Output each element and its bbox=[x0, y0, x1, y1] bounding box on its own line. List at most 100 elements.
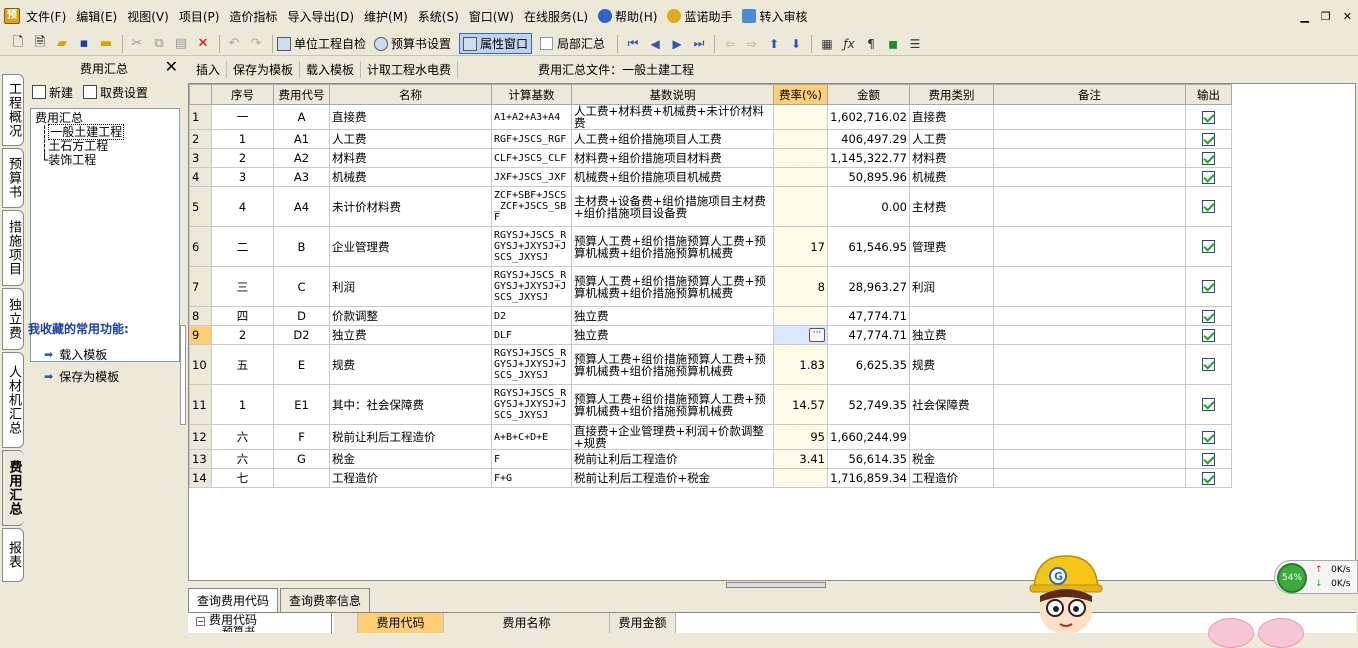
cell-desc[interactable]: 主材费+设备费+组价措施项目主材费+组价措施项目设备费 bbox=[571, 186, 774, 227]
cell-base[interactable]: RGYSJ+JSCS_RGYSJ+JXYSJ+JSCS_JXYSJ bbox=[491, 266, 572, 307]
cell-category[interactable]: 材料费 bbox=[909, 148, 994, 168]
property-window-button[interactable]: 属性窗口 bbox=[459, 33, 533, 54]
cell-amount[interactable]: 1,602,716.02 bbox=[827, 104, 910, 130]
cell-seq[interactable]: 一 bbox=[211, 104, 274, 130]
cell-desc[interactable]: 预算人工费+组价措施预算人工费+预算机械费+组价措施预算机械费 bbox=[571, 384, 774, 425]
cube-icon[interactable]: ◼ bbox=[882, 37, 904, 51]
cell-rate[interactable] bbox=[773, 167, 828, 187]
row-number[interactable]: 5 bbox=[189, 186, 212, 227]
cell-rate[interactable] bbox=[773, 468, 828, 488]
cell-amount[interactable]: 0.00 bbox=[827, 186, 910, 227]
tab-project-overview[interactable]: 工程概况 bbox=[2, 74, 24, 146]
cell-seq[interactable]: 2 bbox=[211, 148, 274, 168]
cell-code[interactable]: A bbox=[273, 104, 330, 130]
cell-desc[interactable]: 机械费+组价措施项目机械费 bbox=[571, 167, 774, 187]
menu-view[interactable]: 视图(V) bbox=[127, 8, 169, 25]
cell-name[interactable]: 独立费 bbox=[329, 325, 492, 345]
tab-budget-book[interactable]: 预算书 bbox=[2, 148, 24, 208]
tree-root[interactable]: 费用汇总 bbox=[35, 111, 175, 125]
cell-base[interactable]: A+B+C+D+E bbox=[491, 424, 572, 450]
cell-category[interactable] bbox=[909, 306, 994, 326]
cell-code[interactable] bbox=[273, 468, 330, 488]
col-rate[interactable]: 费率(%) bbox=[773, 84, 828, 105]
row-number[interactable]: 12 bbox=[189, 424, 212, 450]
tab-query-fee-code[interactable]: 查询费用代码 bbox=[188, 588, 279, 612]
cell-name[interactable]: 价款调整 bbox=[329, 306, 492, 326]
cell-base[interactable]: RGYSJ+JSCS_RGYSJ+JXYSJ+JSCS_JXYSJ bbox=[491, 226, 572, 267]
cell-category[interactable]: 利润 bbox=[909, 266, 994, 307]
cell-name[interactable]: 直接费 bbox=[329, 104, 492, 130]
menu-cost-index[interactable]: 造价指标 bbox=[229, 8, 277, 25]
app-icon[interactable]: 预 bbox=[4, 8, 20, 24]
restore-icon[interactable]: ❐ bbox=[1321, 10, 1331, 23]
cell-desc[interactable]: 预算人工费+组价措施预算人工费+预算机械费+组价措施预算机械费 bbox=[571, 266, 774, 307]
menu-system[interactable]: 系统(S) bbox=[418, 8, 459, 25]
cell-category[interactable] bbox=[909, 424, 994, 450]
delete-icon[interactable]: ✕ bbox=[193, 34, 213, 54]
cell-rate[interactable] bbox=[773, 129, 828, 149]
cell-note[interactable] bbox=[993, 468, 1186, 488]
cell-seq[interactable]: 2 bbox=[211, 325, 274, 345]
save-template-button[interactable]: 保存为模板 bbox=[227, 60, 301, 78]
cell-code[interactable]: G bbox=[273, 449, 330, 469]
cell-category[interactable]: 规费 bbox=[909, 344, 994, 385]
cell-rate[interactable]: ··· bbox=[773, 325, 828, 345]
cell-amount[interactable]: 47,774.71 bbox=[827, 325, 910, 345]
cell-desc[interactable]: 税前让利后工程造价+税金 bbox=[571, 468, 774, 488]
cell-base[interactable]: CLF+JSCS_CLF bbox=[491, 148, 572, 168]
table-row[interactable]: 4 3 A3 机械费 JXF+JSCS_JXF 机械费+组价措施项目机械费 50,895.9… bbox=[189, 167, 1232, 187]
cell-name[interactable]: 企业管理费 bbox=[329, 226, 492, 267]
row-number[interactable]: 9 bbox=[189, 325, 212, 345]
output-checkbox[interactable] bbox=[1202, 471, 1215, 485]
cell-name[interactable]: 人工费 bbox=[329, 129, 492, 149]
water-electricity-button[interactable]: 计取工程水电费 bbox=[361, 60, 459, 78]
tree-item-decoration[interactable]: 装饰工程 bbox=[48, 153, 96, 167]
cell-rate[interactable] bbox=[773, 186, 828, 227]
row-number[interactable]: 8 bbox=[189, 306, 212, 326]
cell-note[interactable] bbox=[993, 186, 1186, 227]
output-checkbox[interactable] bbox=[1202, 309, 1215, 323]
cell-desc[interactable]: 人工费+材料费+机械费+未计价材料费 bbox=[571, 104, 774, 130]
cell-category[interactable]: 人工费 bbox=[909, 129, 994, 149]
cell-desc[interactable]: 预算人工费+组价措施预算人工费+预算机械费+组价措施预算机械费 bbox=[571, 344, 774, 385]
output-checkbox[interactable] bbox=[1202, 200, 1215, 213]
cell-name[interactable]: 税金 bbox=[329, 449, 492, 469]
fee-settings-button[interactable]: 取费设置 bbox=[83, 84, 148, 101]
row-number[interactable]: 4 bbox=[189, 167, 212, 187]
favorite-load-template[interactable]: ➡ 载入模板 bbox=[44, 346, 107, 363]
cell-seq[interactable]: 4 bbox=[211, 186, 274, 227]
load-template-button[interactable]: 载入模板 bbox=[300, 60, 362, 78]
prev-icon[interactable]: ◀ bbox=[644, 37, 666, 51]
cell-seq[interactable]: 二 bbox=[211, 226, 274, 267]
folder-icon[interactable]: ▬ bbox=[96, 34, 116, 54]
cell-amount[interactable]: 1,716,859.34 bbox=[827, 468, 910, 488]
cell-amount[interactable]: 52,749.35 bbox=[827, 384, 910, 425]
row-number[interactable]: 1 bbox=[189, 104, 212, 130]
cell-code[interactable]: F bbox=[273, 424, 330, 450]
undo-icon[interactable]: ↶ bbox=[224, 34, 244, 54]
cell-desc[interactable]: 预算人工费+组价措施预算人工费+预算机械费+组价措施预算机械费 bbox=[571, 226, 774, 267]
cell-category[interactable]: 管理费 bbox=[909, 226, 994, 267]
cell-code[interactable]: A2 bbox=[273, 148, 330, 168]
cell-base[interactable]: D2 bbox=[491, 306, 572, 326]
cell-base[interactable]: A1+A2+A3+A4 bbox=[491, 104, 572, 130]
cell-category[interactable]: 社会保障费 bbox=[909, 384, 994, 425]
cell-seq[interactable]: 四 bbox=[211, 306, 274, 326]
cell-amount[interactable]: 47,774.71 bbox=[827, 306, 910, 326]
favorite-save-template[interactable]: ➡ 保存为模板 bbox=[44, 368, 119, 385]
cell-seq[interactable]: 三 bbox=[211, 266, 274, 307]
menu-import-export[interactable]: 导入导出(D) bbox=[287, 8, 354, 25]
redo-icon[interactable]: ↷ bbox=[246, 34, 266, 54]
table-row[interactable]: 5 4 A4 未计价材料费 ZCF+SBF+JSCS_ZCF+JSCS_SBF 主材费+设… bbox=[189, 186, 1232, 227]
cell-name[interactable]: 材料费 bbox=[329, 148, 492, 168]
output-checkbox[interactable] bbox=[1202, 240, 1215, 253]
output-checkbox[interactable] bbox=[1202, 151, 1215, 165]
cell-amount[interactable]: 406,497.29 bbox=[827, 129, 910, 149]
cell-note[interactable] bbox=[993, 226, 1186, 267]
cell-name[interactable]: 未计价材料费 bbox=[329, 186, 492, 227]
cell-seq[interactable]: 五 bbox=[211, 344, 274, 385]
cell-rate[interactable] bbox=[773, 148, 828, 168]
cell-base[interactable]: ZCF+SBF+JSCS_ZCF+JSCS_SBF bbox=[491, 186, 572, 227]
table-row[interactable]: 14 七工程造价 F+G 税前让利后工程造价+税金 1,716,859.34 工程造价 bbox=[189, 468, 1232, 488]
cell-code[interactable]: D2 bbox=[273, 325, 330, 345]
